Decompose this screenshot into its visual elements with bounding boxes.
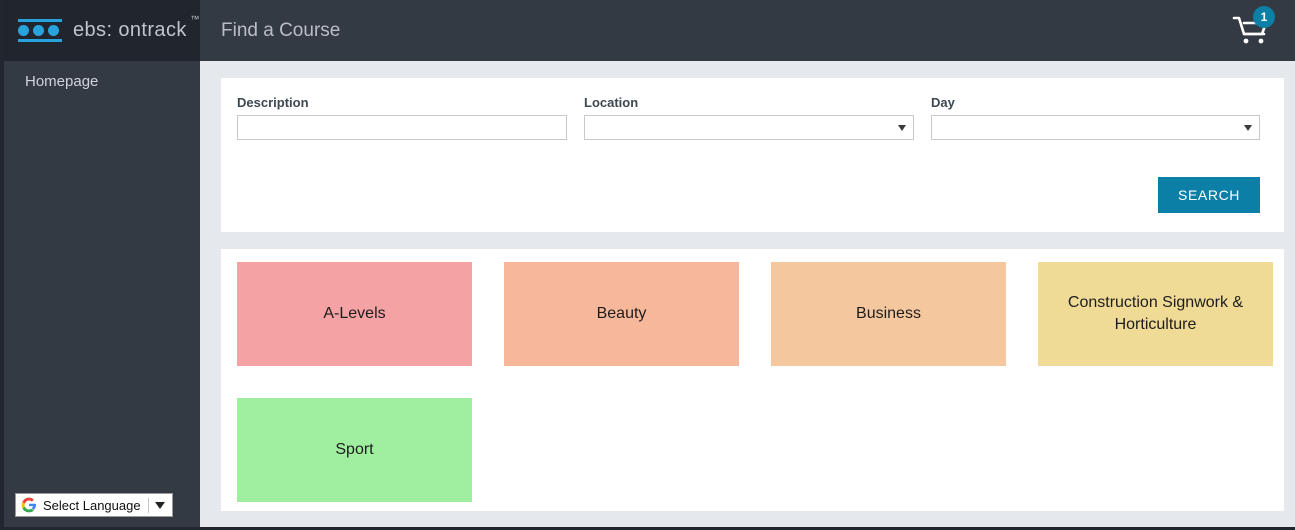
application-window: ebs: ontrack ™ Find a Course 1 Homepage [0, 0, 1295, 530]
day-select[interactable] [931, 115, 1260, 140]
category-tile-label: Construction Signwork & Horticulture [1067, 294, 1244, 333]
logo-dot-2 [33, 25, 44, 36]
language-selector-label: Select Language [43, 497, 141, 513]
location-field-group: Location [584, 95, 914, 140]
brand-logo[interactable]: ebs: ontrack ™ [4, 0, 200, 61]
chevron-down-icon[interactable] [154, 501, 165, 509]
search-button[interactable]: SEARCH [1158, 177, 1260, 213]
sidebar: Homepage Select Language [4, 61, 200, 527]
cart-badge: 1 [1253, 6, 1275, 28]
google-g-icon [21, 497, 36, 513]
brand-name-text: ebs: ontrack [73, 19, 187, 41]
page-title-container: Find a Course [200, 0, 1209, 61]
trademark-symbol: ™ [190, 14, 200, 24]
location-label: Location [584, 95, 639, 110]
categories-panel: A-Levels Beauty Business Construction Si… [221, 249, 1284, 511]
logo-dot-1 [18, 25, 29, 36]
category-tile[interactable]: Construction Signwork & Horticulture [1038, 262, 1273, 366]
three-dots-logo-icon [18, 19, 62, 42]
day-label: Day [931, 95, 955, 110]
chevron-down-icon [1244, 124, 1252, 131]
category-tiles-grid: A-Levels Beauty Business Construction Si… [237, 262, 1284, 502]
sidebar-item-label: Homepage [25, 73, 99, 90]
main-content: Description Location Day SEARCH A-Levels… [200, 61, 1295, 527]
cart-button[interactable]: 1 [1209, 0, 1295, 61]
search-actions: SEARCH [237, 177, 1260, 213]
search-fields-row: Description Location Day [237, 95, 1260, 140]
description-input[interactable] [237, 115, 567, 140]
chevron-down-icon [898, 124, 906, 131]
day-field-group: Day [931, 95, 1260, 140]
search-panel: Description Location Day SEARCH [221, 78, 1284, 232]
logo-rule-bottom [18, 39, 62, 42]
category-tile[interactable]: Business [771, 262, 1006, 366]
top-bar: ebs: ontrack ™ Find a Course 1 [4, 0, 1295, 61]
category-tile[interactable]: A-Levels [237, 262, 472, 366]
language-separator [147, 497, 149, 513]
category-tile-label: A-Levels [323, 305, 386, 323]
category-tile[interactable]: Sport [237, 398, 472, 502]
description-field-group: Description [237, 95, 567, 140]
brand-name: ebs: ontrack ™ [73, 14, 199, 42]
location-select[interactable] [584, 115, 914, 140]
sidebar-item-homepage[interactable]: Homepage [4, 61, 200, 102]
category-tile-label: Sport [335, 441, 374, 459]
logo-dot-3 [48, 25, 59, 36]
category-tile[interactable]: Beauty [504, 262, 739, 366]
page-title: Find a Course [221, 19, 341, 41]
description-label: Description [237, 95, 309, 110]
language-selector[interactable]: Select Language [15, 493, 173, 517]
category-tile-label: Beauty [596, 305, 647, 323]
logo-dots [18, 22, 62, 39]
category-tile-label: Business [856, 305, 921, 323]
